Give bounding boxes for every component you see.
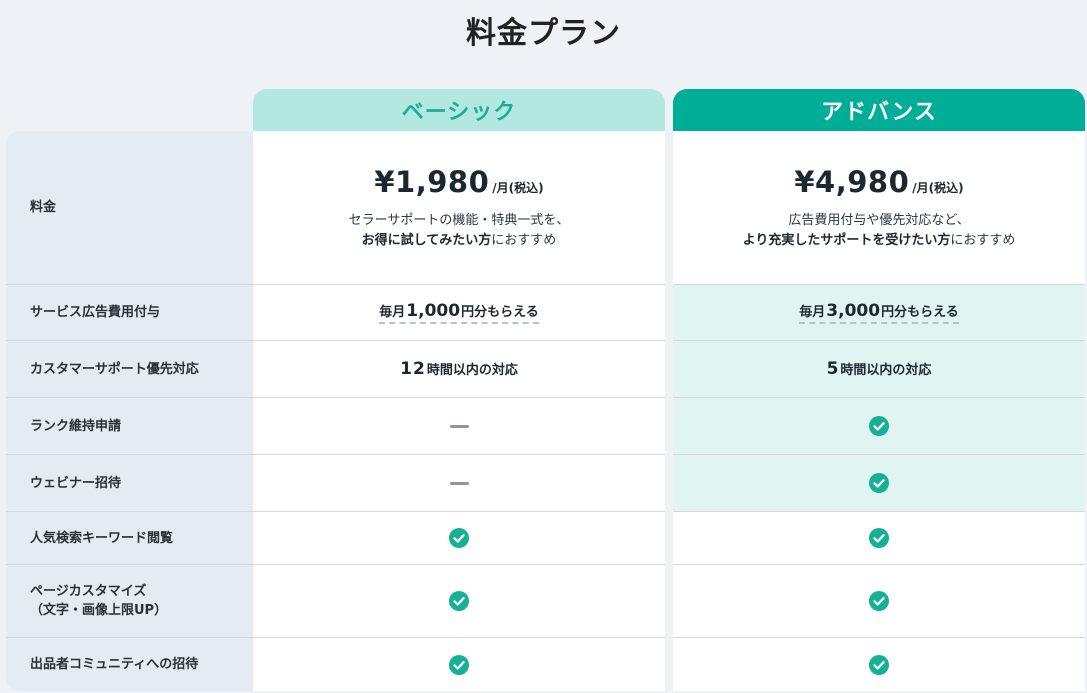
price-cell-basic: ¥1,980 /月(税込) セラーサポートの機能・特典一式を、 お得に試してみた…	[253, 131, 665, 285]
page-title: 料金プラン	[466, 16, 621, 51]
desc-rest-basic: におすすめ	[491, 232, 557, 248]
check-circle-icon	[869, 416, 889, 436]
desc-rest-advance: におすすめ	[950, 232, 1016, 248]
support-cell-advance: 5 時間以内の対応	[673, 341, 1085, 398]
desc-line1-advance: 広告費用付与や優先対応など、	[788, 212, 970, 228]
community-cell-advance	[673, 638, 1085, 691]
ad-suffix-advance: 円分もらえる	[881, 305, 959, 320]
ad-cell-advance: 毎月 3,000 円分もらえる	[673, 285, 1085, 341]
ad-prefix-basic: 毎月	[379, 305, 406, 320]
support-value-advance: 5 時間以内の対応	[827, 359, 932, 379]
page-customize-cell-advance	[673, 565, 1085, 638]
ad-benefit-advance[interactable]: 毎月 3,000 円分もらえる	[799, 301, 959, 324]
page-customize-cell-basic	[253, 565, 665, 638]
check-circle-icon	[449, 591, 469, 611]
dash-icon	[449, 424, 469, 428]
check-circle-icon	[449, 528, 469, 548]
ad-amount-basic: 1,000	[406, 301, 461, 321]
support-suffix-basic: 時間以内の対応	[426, 363, 518, 378]
plan-header-basic: ベーシック	[253, 89, 665, 131]
price-unit-basic: /月(税込)	[492, 180, 544, 195]
price-basic: ¥1,980	[374, 164, 490, 199]
desc-bold-basic: お得に試してみたい方	[361, 232, 492, 248]
support-suffix-advance: 時間以内の対応	[840, 363, 932, 378]
rank-cell-advance	[673, 398, 1085, 455]
support-value-basic: 12 時間以内の対応	[400, 359, 518, 379]
support-hours-advance: 5	[826, 359, 840, 379]
price-line-basic: ¥1,980 /月(税込)	[374, 165, 543, 199]
ad-suffix-basic: 円分もらえる	[461, 305, 539, 320]
keyword-cell-basic	[253, 512, 665, 565]
row-label-page-customize: ページカスタマイズ （文字・画像上限UP）	[6, 565, 253, 638]
plan-description-basic: セラーサポートの機能・特典一式を、 お得に試してみたい方におすすめ	[349, 211, 570, 251]
row-label-rank: ランク維持申請	[6, 398, 253, 455]
page-customize-line1: ページカスタマイズ	[30, 584, 147, 599]
check-circle-icon	[869, 473, 889, 493]
pricing-page: 料金プラン ベーシック アドバンス 料金 ¥1,980 /月(税込) セラーサポ…	[0, 0, 1087, 693]
page-customize-text: ページカスタマイズ （文字・画像上限UP）	[30, 582, 167, 620]
plan-header-advance: アドバンス	[673, 89, 1085, 131]
check-circle-icon	[869, 654, 889, 675]
page-customize-line2: （文字・画像上限UP）	[30, 603, 168, 618]
keyword-cell-advance	[673, 512, 1085, 565]
row-label-community: 出品者コミュニティへの招待	[30, 657, 199, 672]
check-circle-icon	[449, 654, 469, 675]
desc-bold-advance: より充実したサポートを受けたい方	[742, 232, 951, 248]
price-advance: ¥4,980	[794, 164, 910, 199]
row-label-keyword: 人気検索キーワード閲覧	[6, 512, 253, 565]
row-label-support: カスタマーサポート優先対応	[6, 341, 253, 398]
row-label-price: 料金	[6, 131, 253, 285]
row-label-ad: サービス広告費用付与	[6, 285, 253, 341]
price-cell-advance: ¥4,980 /月(税込) 広告費用付与や優先対応など、 より充実したサポートを…	[673, 131, 1085, 285]
plan-description-advance: 広告費用付与や優先対応など、 より充実したサポートを受けたい方におすすめ	[743, 211, 1016, 251]
community-cell-basic	[253, 638, 665, 691]
row-label-webinar: ウェビナー招待	[6, 455, 253, 512]
price-unit-advance: /月(税込)	[912, 180, 964, 195]
ad-prefix-advance: 毎月	[799, 305, 826, 320]
ad-cell-basic: 毎月 1,000 円分もらえる	[253, 285, 665, 341]
support-hours-basic: 12	[400, 359, 426, 379]
ad-amount-advance: 3,000	[826, 301, 881, 321]
webinar-cell-advance	[673, 455, 1085, 512]
check-circle-icon	[869, 591, 889, 611]
webinar-cell-basic	[253, 455, 665, 512]
rank-cell-basic	[253, 398, 665, 455]
desc-line1-basic: セラーサポートの機能・特典一式を、	[348, 212, 570, 228]
check-circle-icon	[869, 528, 889, 548]
dash-icon	[449, 481, 469, 485]
price-line-advance: ¥4,980 /月(税込)	[794, 165, 963, 199]
support-cell-basic: 12 時間以内の対応	[253, 341, 665, 398]
ad-benefit-basic[interactable]: 毎月 1,000 円分もらえる	[379, 301, 539, 324]
